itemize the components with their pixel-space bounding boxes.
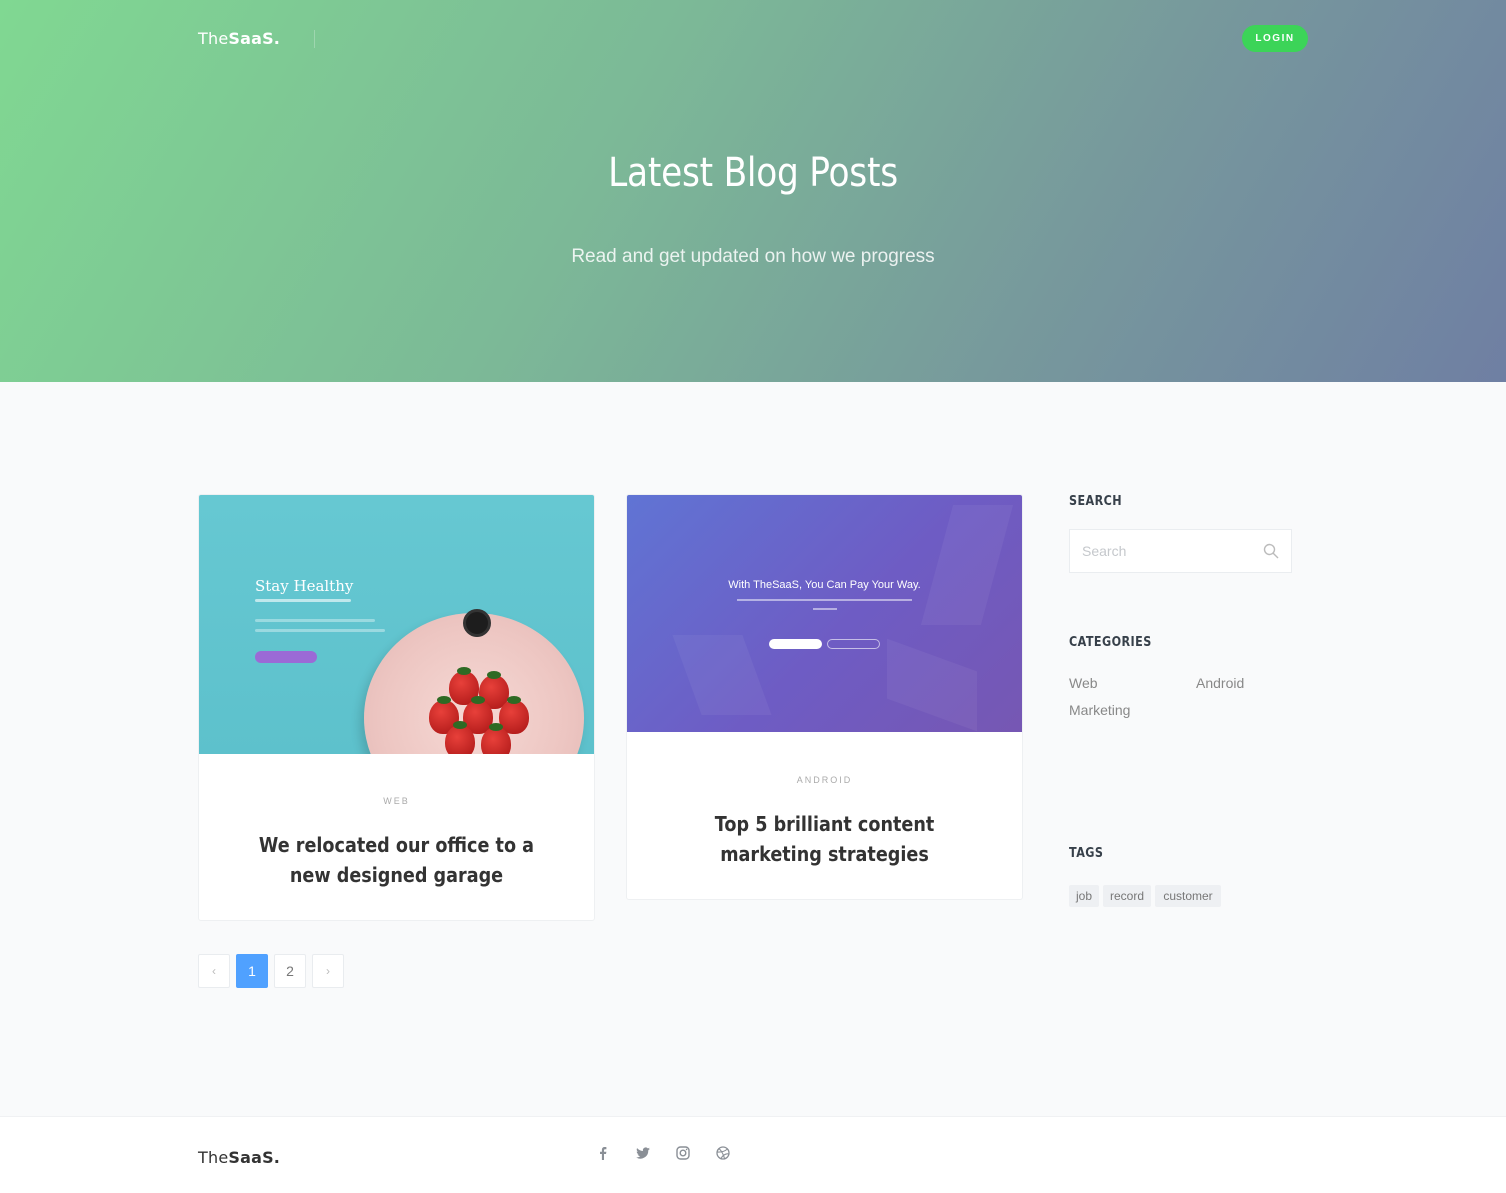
pagination-page-1[interactable]: 1 bbox=[236, 954, 268, 988]
image-decoration bbox=[672, 635, 772, 715]
search-box bbox=[1069, 529, 1292, 573]
search-input[interactable] bbox=[1082, 530, 1252, 572]
strawberry-image bbox=[445, 721, 475, 754]
footer: TheSaaS. bbox=[0, 1116, 1506, 1193]
login-button[interactable]: LOGIN bbox=[1242, 25, 1308, 52]
blog-card[interactable]: With TheSaaS, You Can Pay Your Way. ANDR… bbox=[626, 494, 1023, 900]
brand-logo-bold: SaaS. bbox=[228, 29, 281, 48]
post-category[interactable]: WEB bbox=[199, 796, 594, 806]
image-button bbox=[769, 639, 822, 649]
brand-logo[interactable]: TheSaaS. bbox=[198, 29, 280, 48]
categories-heading: CATEGORIES bbox=[1069, 635, 1152, 650]
image-button bbox=[827, 639, 880, 649]
search-icon[interactable] bbox=[1263, 543, 1279, 559]
image-decoration bbox=[887, 638, 977, 732]
image-decoration bbox=[920, 505, 1014, 625]
category-link-marketing[interactable]: Marketing bbox=[1069, 702, 1130, 718]
image-headline: Stay Healthy bbox=[255, 577, 354, 595]
footer-brand-thin: The bbox=[198, 1148, 229, 1167]
pagination-next-button[interactable]: › bbox=[312, 954, 344, 988]
pagination-prev-button[interactable]: ‹ bbox=[198, 954, 230, 988]
image-headline: With TheSaaS, You Can Pay Your Way. bbox=[728, 579, 921, 591]
brand-logo-thin: The bbox=[198, 29, 229, 48]
strawberry-image bbox=[481, 723, 511, 754]
twitter-icon[interactable] bbox=[635, 1145, 651, 1161]
hero-header: TheSaaS. LOGIN Latest Blog Posts Read an… bbox=[0, 0, 1506, 382]
blog-card-image[interactable]: Stay Healthy bbox=[199, 495, 594, 754]
post-title[interactable]: Top 5 brilliant content marketing strate… bbox=[668, 809, 980, 869]
category-link-web[interactable]: Web bbox=[1069, 675, 1098, 691]
tags-heading: TAGS bbox=[1069, 846, 1104, 861]
footer-brand-bold: SaaS. bbox=[228, 1148, 281, 1167]
page-title: Latest Blog Posts bbox=[608, 150, 898, 196]
blog-card[interactable]: Stay Healthy WEB We relocated our office… bbox=[198, 494, 595, 921]
pagination: ‹ 1 2 › bbox=[198, 954, 344, 988]
nav-divider bbox=[314, 30, 315, 48]
pagination-page-2[interactable]: 2 bbox=[274, 954, 306, 988]
search-heading: SEARCH bbox=[1069, 494, 1123, 509]
dribbble-icon[interactable] bbox=[715, 1145, 731, 1161]
blog-card-image[interactable]: With TheSaaS, You Can Pay Your Way. bbox=[627, 495, 1022, 732]
category-link-android[interactable]: Android bbox=[1196, 675, 1244, 691]
facebook-icon[interactable] bbox=[595, 1145, 611, 1161]
image-text-line bbox=[737, 599, 912, 601]
image-text-line bbox=[255, 619, 375, 622]
instagram-icon[interactable] bbox=[675, 1145, 691, 1161]
image-text-line bbox=[813, 608, 837, 610]
tag-job[interactable]: job bbox=[1069, 885, 1099, 907]
page-subtitle: Read and get updated on how we progress bbox=[571, 246, 935, 267]
post-category[interactable]: ANDROID bbox=[627, 775, 1022, 785]
tag-customer[interactable]: customer bbox=[1155, 885, 1221, 907]
image-text-line bbox=[255, 599, 351, 602]
post-title[interactable]: We relocated our office to a new designe… bbox=[240, 830, 552, 890]
knob-image bbox=[463, 609, 491, 637]
image-text-line bbox=[255, 629, 385, 632]
image-button bbox=[255, 651, 317, 663]
tag-record[interactable]: record bbox=[1103, 885, 1151, 907]
footer-brand-logo[interactable]: TheSaaS. bbox=[198, 1148, 280, 1167]
